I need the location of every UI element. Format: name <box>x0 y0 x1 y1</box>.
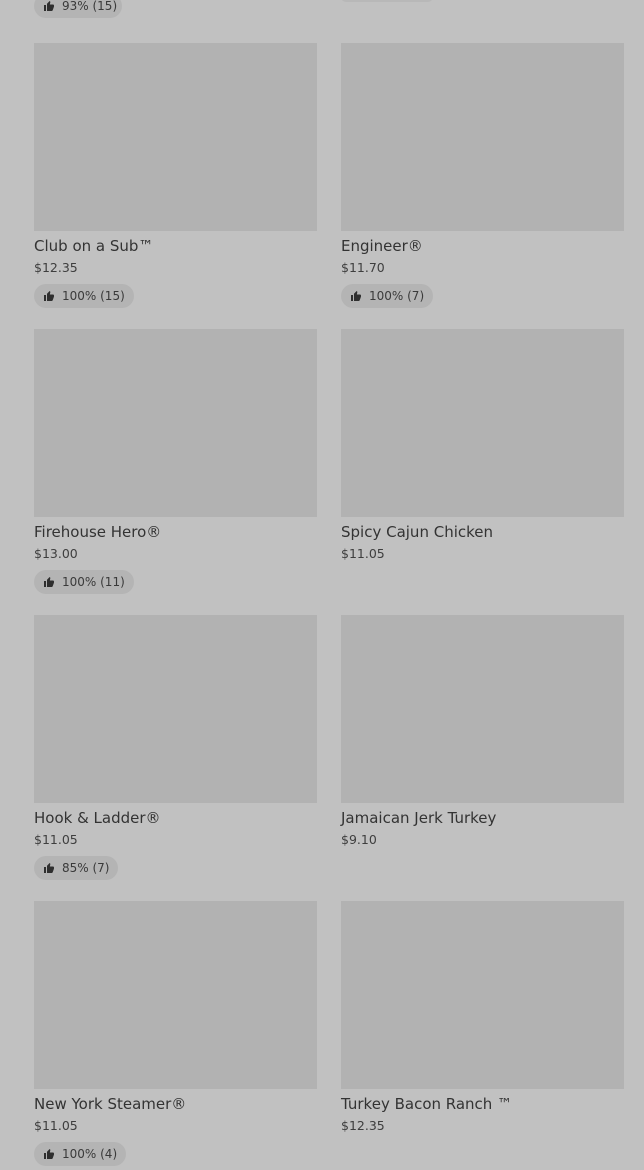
menu-item-card[interactable]: Turkey Bacon Ranch ™ $12.35 <box>341 901 624 1170</box>
rating-text: 85% (7) <box>62 861 110 875</box>
thumbs-up-icon <box>351 291 361 301</box>
thumbs-up-icon <box>44 863 54 873</box>
menu-item-card[interactable]: Engineer® $11.70 100% (7) <box>341 43 624 329</box>
menu-item-name[interactable]: Engineer® <box>341 237 624 255</box>
thumbs-up-icon <box>44 1149 54 1159</box>
rating-badge: 100% (15) <box>34 284 134 308</box>
menu-item-card[interactable]: Firehouse Hero® $13.00 100% (11) <box>34 329 317 615</box>
menu-item-name[interactable]: Hook & Ladder® <box>34 809 317 827</box>
menu-item-card[interactable]: Club on a Sub™ $12.35 100% (15) <box>34 43 317 329</box>
menu-item-price: $12.35 <box>34 260 78 275</box>
menu-item-image[interactable] <box>341 615 624 803</box>
menu-item-card[interactable]: Jamaican Jerk Turkey $9.10 <box>341 615 624 901</box>
menu-item-image[interactable] <box>34 615 317 803</box>
partial-badge <box>341 0 433 2</box>
rating-text: 100% (4) <box>62 1147 118 1161</box>
menu-item-price: $12.35 <box>341 1118 385 1133</box>
menu-item-image[interactable] <box>34 329 317 517</box>
menu-item-image[interactable] <box>34 43 317 231</box>
menu-item-price: $9.10 <box>341 832 377 847</box>
rating-badge: 100% (4) <box>34 1142 127 1166</box>
menu-item-name[interactable]: Spicy Cajun Chicken <box>341 523 624 541</box>
rating-badge: 93% (15) <box>34 0 122 18</box>
menu-item-name[interactable]: Club on a Sub™ <box>34 237 317 255</box>
menu-item-name[interactable]: Firehouse Hero® <box>34 523 317 541</box>
rating-text: 100% (11) <box>62 575 125 589</box>
menu-item-name[interactable]: Turkey Bacon Ranch ™ <box>341 1095 624 1113</box>
menu-item-card[interactable]: Hook & Ladder® $11.05 85% (7) <box>34 615 317 901</box>
rating-badge: 85% (7) <box>34 856 119 880</box>
rating-badge: 100% (7) <box>341 284 434 308</box>
rating-text: 100% (15) <box>62 289 125 303</box>
thumbs-up-icon <box>44 291 54 301</box>
menu-item-price: $11.05 <box>34 832 78 847</box>
menu-item-card[interactable]: New York Steamer® $11.05 100% (4) <box>34 901 317 1170</box>
menu-item-name[interactable]: Jamaican Jerk Turkey <box>341 809 624 827</box>
menu-item-price: $11.05 <box>34 1118 78 1133</box>
menu-item-image[interactable] <box>34 901 317 1089</box>
rating-text: 93% (15) <box>62 0 118 13</box>
rating-text: 100% (7) <box>369 289 425 303</box>
menu-item-image[interactable] <box>341 43 624 231</box>
menu-item-image[interactable] <box>341 901 624 1089</box>
menu-item-image[interactable] <box>341 329 624 517</box>
menu-item-price: $13.00 <box>34 546 78 561</box>
thumbs-up-icon <box>44 577 54 587</box>
rating-badge: 100% (11) <box>34 570 134 594</box>
menu-item-price: $11.05 <box>341 546 385 561</box>
menu-item-price: $11.70 <box>341 260 385 275</box>
menu-item-card[interactable]: Spicy Cajun Chicken $11.05 <box>341 329 624 615</box>
menu-page: 93% (15) Club on a Sub™ $12.35 100% (15)… <box>0 0 644 1170</box>
menu-grid: Club on a Sub™ $12.35 100% (15) Engineer… <box>34 43 624 1170</box>
thumbs-up-icon <box>44 1 54 11</box>
menu-item-name[interactable]: New York Steamer® <box>34 1095 317 1113</box>
